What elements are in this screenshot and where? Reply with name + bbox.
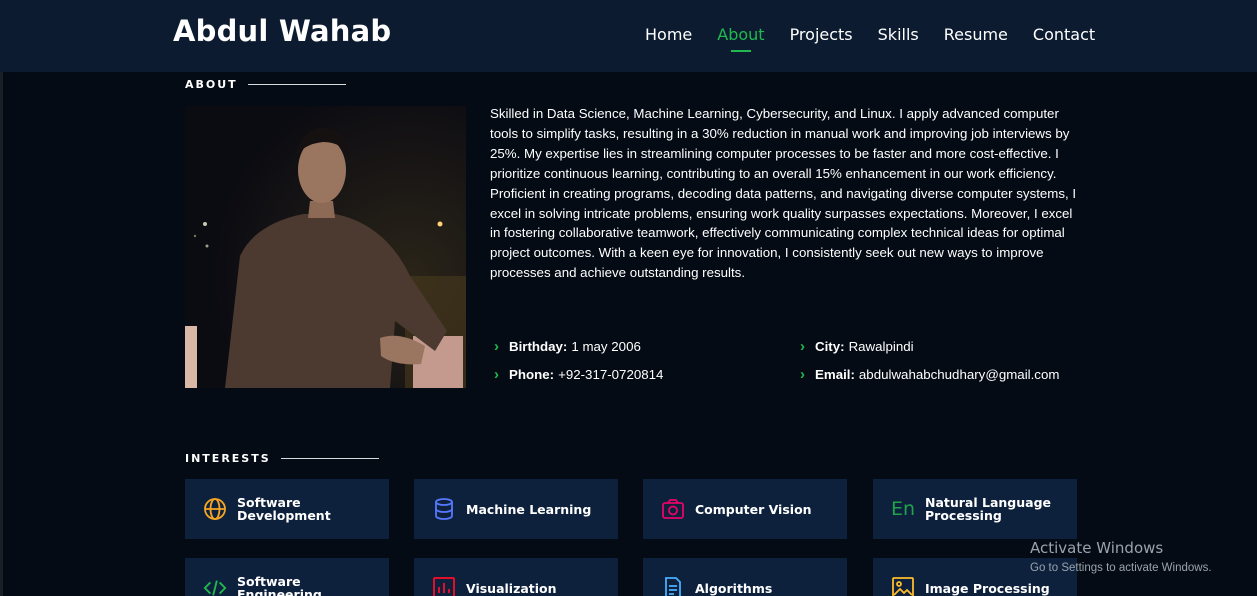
city-value: Rawalpindi <box>848 339 914 354</box>
language-icon: En <box>890 498 916 520</box>
title-underline <box>280 458 379 459</box>
nav-skills[interactable]: Skills <box>878 25 919 44</box>
globe-icon <box>203 497 227 521</box>
windows-activation-watermark: Activate Windows Go to Settings to activ… <box>1030 539 1212 574</box>
nav-home[interactable]: Home <box>645 25 692 44</box>
chevron-right-icon: › <box>494 338 499 355</box>
watermark-title: Activate Windows <box>1030 539 1164 557</box>
camera-icon <box>661 497 685 521</box>
interest-card-algorithms[interactable]: Algorithms <box>643 558 847 596</box>
nav-contact[interactable]: Contact <box>1033 25 1095 44</box>
interests-section-title: INTERESTS <box>185 452 379 465</box>
interest-card-nlp[interactable]: En Natural Language Processing <box>873 479 1077 539</box>
interest-label: Computer Vision <box>695 501 812 517</box>
city-label: City: <box>815 339 845 354</box>
email-label: Email: <box>815 367 855 382</box>
interest-card-machine-learning[interactable]: Machine Learning <box>414 479 618 539</box>
chevron-right-icon: › <box>800 338 805 355</box>
about-section-title: ABOUT <box>185 78 346 91</box>
about-paragraph: Skilled in Data Science, Machine Learnin… <box>490 106 1077 281</box>
image-icon <box>891 576 915 596</box>
about-title-text: ABOUT <box>185 78 238 91</box>
nav-resume[interactable]: Resume <box>944 25 1008 44</box>
interest-label: Software Engineering <box>237 574 322 596</box>
chevron-right-icon: › <box>800 366 805 383</box>
site-header: Abdul Wahab Home About Projects Skills R… <box>0 0 1257 72</box>
info-phone: › Phone: +92-317-0720814 <box>494 366 663 383</box>
birthday-label: Birthday: <box>509 339 568 354</box>
profile-photo <box>185 106 466 388</box>
info-city: › City: Rawalpindi <box>800 338 914 355</box>
interest-card-computer-vision[interactable]: Computer Vision <box>643 479 847 539</box>
nav-about[interactable]: About <box>717 25 765 52</box>
info-email: › Email: abdulwahabchudhary@gmail.com <box>800 366 1059 383</box>
interest-card-software-engineering[interactable]: Software Engineering <box>185 558 389 596</box>
interest-card-visualization[interactable]: Visualization <box>414 558 618 596</box>
interest-label: Machine Learning <box>466 501 592 517</box>
bar-chart-icon <box>432 576 456 596</box>
watermark-subtitle: Go to Settings to activate Windows. <box>1030 562 1212 574</box>
chevron-right-icon: › <box>494 366 499 383</box>
phone-value: +92-317-0720814 <box>558 367 664 382</box>
title-underline <box>247 84 346 85</box>
interest-label: Image Processing <box>925 580 1050 596</box>
main-nav: Home About Projects Skills Resume Contac… <box>645 25 1120 52</box>
interests-title-text: INTERESTS <box>185 452 271 465</box>
document-icon <box>661 576 685 596</box>
phone-label: Phone: <box>509 367 555 382</box>
code-icon <box>203 576 227 596</box>
interest-label: Software Development <box>237 495 331 523</box>
interest-label: Natural Language Processing <box>925 495 1052 523</box>
nav-projects[interactable]: Projects <box>790 25 853 44</box>
birthday-value: 1 may 2006 <box>571 339 641 354</box>
interest-label: Algorithms <box>695 580 773 596</box>
interest-card-software-development[interactable]: Software Development <box>185 479 389 539</box>
window-edge <box>0 72 3 596</box>
interest-label: Visualization <box>466 580 557 596</box>
database-icon <box>432 497 456 521</box>
email-value[interactable]: abdulwahabchudhary@gmail.com <box>859 367 1060 382</box>
info-birthday: › Birthday: 1 may 2006 <box>494 338 641 355</box>
brand-name[interactable]: Abdul Wahab <box>173 14 391 48</box>
